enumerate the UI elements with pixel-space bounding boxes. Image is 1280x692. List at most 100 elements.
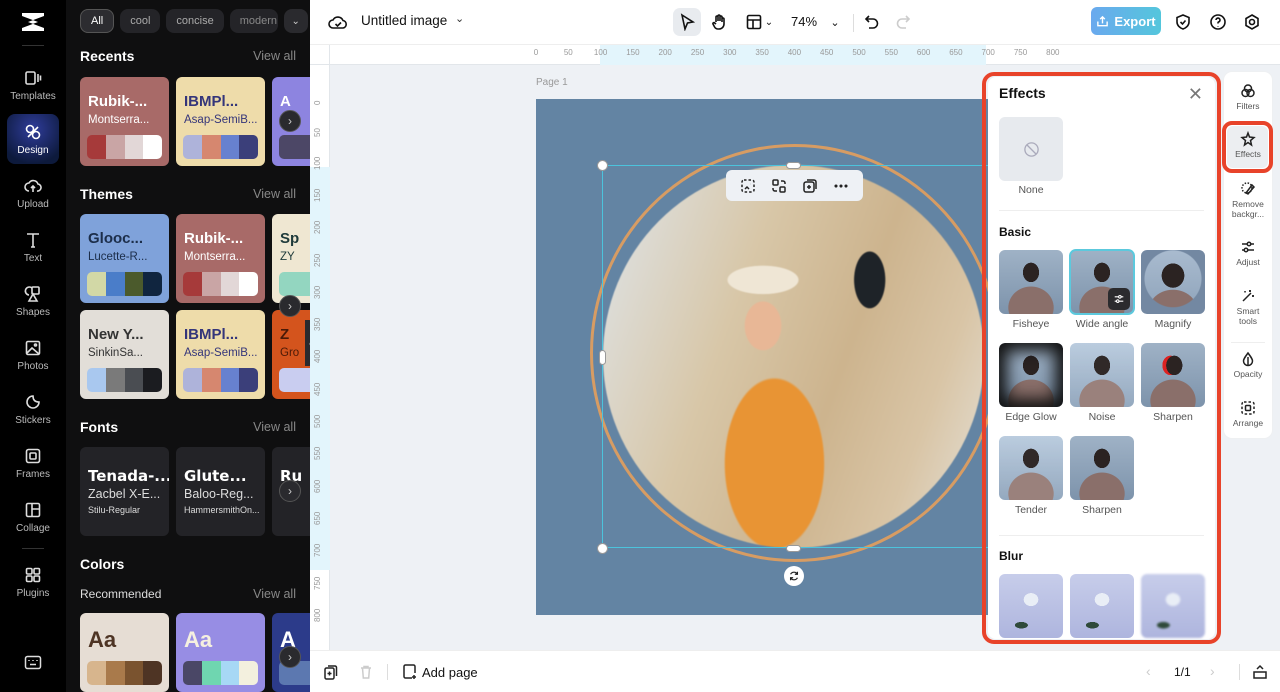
recents-next-button[interactable]: ›: [279, 110, 301, 132]
settings-button[interactable]: [1242, 8, 1262, 36]
capcut-logo-icon[interactable]: [19, 10, 47, 34]
swatch: [239, 661, 258, 685]
ruler-tick-label: 250: [313, 253, 322, 267]
themes-view-all[interactable]: View all: [253, 187, 296, 201]
rail-item-design[interactable]: Design: [7, 114, 59, 164]
color-palette-card[interactable]: Aa: [176, 613, 265, 692]
tool-opacity[interactable]: Opacity: [1224, 351, 1272, 380]
theme-card[interactable]: IBMPl... Asap-SemiB...: [176, 310, 265, 399]
effects-panel-highlight: [982, 72, 1221, 644]
help-button[interactable]: [1208, 8, 1228, 36]
swatch: [201, 368, 221, 392]
rotate-handle[interactable]: [784, 566, 804, 586]
keyboard-shortcuts-icon[interactable]: [24, 655, 42, 671]
delete-page-button[interactable]: [358, 664, 374, 680]
resize-handle-bottom-left[interactable]: [597, 543, 608, 554]
card-heading-font: Sp: [280, 230, 300, 247]
tool-smart-tools[interactable]: Smart tools: [1224, 288, 1272, 327]
selection-box[interactable]: [602, 165, 991, 548]
recent-style-card[interactable]: Rubik-... Montserra...: [80, 77, 169, 166]
shield-button[interactable]: [1173, 8, 1193, 36]
swatch: [201, 272, 221, 296]
swatch: [220, 661, 240, 685]
redo-icon: [896, 15, 911, 29]
tool-adjust[interactable]: Adjust: [1224, 239, 1272, 268]
theme-card[interactable]: Sp ZY: [272, 214, 310, 303]
rail-item-stickers[interactable]: Stickers: [7, 384, 59, 434]
magic-wand-icon: [1242, 290, 1254, 302]
resize-handle-top[interactable]: [786, 162, 801, 169]
swatch: [143, 272, 162, 296]
resize-handle-left[interactable]: [599, 350, 606, 365]
rail-item-label: Text: [23, 252, 43, 264]
resize-handle-top-left[interactable]: [597, 160, 608, 171]
resize-handle-bottom[interactable]: [786, 545, 801, 552]
duplicate-icon[interactable]: [802, 178, 818, 194]
ruler-tick-label: 150: [626, 48, 640, 57]
replace-icon[interactable]: [771, 178, 787, 194]
chip-modern[interactable]: modern: [229, 9, 278, 33]
rail-item-shapes[interactable]: Shapes: [7, 276, 59, 326]
recent-style-card[interactable]: IBMPl... Asap-SemiB...: [176, 77, 265, 166]
undo-button[interactable]: [862, 8, 882, 36]
ruler-tick-label: 700: [313, 543, 322, 558]
prev-page-button[interactable]: ‹: [1146, 663, 1151, 679]
theme-card[interactable]: Rubik-... Montserra...: [176, 214, 265, 303]
colors-view-all[interactable]: View all: [253, 587, 296, 601]
color-swatches: [87, 135, 162, 159]
crop-image-icon[interactable]: [740, 178, 756, 194]
theme-card[interactable]: New Y... SinkinSa...: [80, 310, 169, 399]
colors-next-button[interactable]: ›: [279, 646, 301, 668]
ruler-tick-label: 50: [563, 48, 573, 57]
theme-card[interactable]: Glooc... Lucette-R...: [80, 214, 169, 303]
document-title[interactable]: Untitled image: [361, 13, 447, 28]
zoom-level[interactable]: 74%: [791, 14, 817, 29]
tool-label: Smart tools: [1236, 306, 1260, 326]
color-swatches: [279, 135, 310, 159]
rail-item-plugins[interactable]: Plugins: [7, 557, 59, 607]
ruler-tick-label: 600: [916, 48, 931, 57]
color-palette-card[interactable]: Aa: [80, 613, 169, 692]
export-button[interactable]: Export: [1091, 7, 1161, 35]
redo-button[interactable]: [893, 8, 913, 36]
chevron-down-icon[interactable]: ⌄: [283, 9, 308, 33]
ruler-tick-label: 500: [313, 414, 322, 428]
rail-item-frames[interactable]: Frames: [7, 438, 59, 488]
cloud-saved-icon[interactable]: [328, 12, 348, 32]
more-options-icon[interactable]: [833, 178, 849, 194]
chip-concise[interactable]: concise: [166, 9, 224, 33]
rail-item-templates[interactable]: Templates: [7, 60, 59, 110]
ruler-tick-label: 500: [852, 48, 866, 57]
layout-menu-button[interactable]: ⌄: [742, 8, 776, 36]
rail-item-upload[interactable]: Upload: [7, 168, 59, 218]
tool-filters[interactable]: Filters: [1224, 83, 1272, 112]
swatch: [105, 661, 125, 685]
add-page-button[interactable]: Add page: [422, 665, 478, 680]
ruler-tick-label: 700: [981, 48, 995, 57]
card-heading-font: Glooc...: [88, 230, 144, 247]
rail-item-photos[interactable]: Photos: [7, 330, 59, 380]
next-page-button[interactable]: ›: [1210, 663, 1215, 679]
font-combo-card[interactable]: Glute... Baloo-Reg... HammersmithOn...: [176, 447, 265, 536]
hand-tool-button[interactable]: [707, 8, 731, 36]
rail-item-collage[interactable]: Collage: [7, 492, 59, 542]
tool-remove-background[interactable]: Remove backgr...: [1224, 181, 1272, 220]
zoom-dropdown-chevron-icon[interactable]: ⌄: [828, 8, 842, 36]
fonts-next-button[interactable]: ›: [279, 480, 301, 502]
font-combo-card[interactable]: Tenada-... Zacbel X-E... Stilu-Regular: [80, 447, 169, 536]
rail-item-text[interactable]: Text: [7, 222, 59, 272]
tool-effects[interactable]: Effects: [1224, 131, 1272, 160]
select-tool-button[interactable]: [673, 8, 701, 36]
tool-arrange[interactable]: Arrange: [1224, 400, 1272, 429]
fonts-view-all[interactable]: View all: [253, 420, 296, 434]
duplicate-page-button[interactable]: [323, 664, 339, 680]
recents-view-all[interactable]: View all: [253, 49, 296, 63]
add-page-icon-wrap[interactable]: [402, 664, 418, 680]
chevron-down-icon[interactable]: ⌄: [455, 12, 464, 25]
chip-all[interactable]: All: [80, 9, 115, 33]
page-manager-button[interactable]: [1252, 664, 1268, 680]
page-counter: 1/1: [1174, 665, 1191, 679]
chip-cool[interactable]: cool: [120, 9, 161, 33]
color-swatches: [183, 135, 258, 159]
themes-next-button[interactable]: ›: [279, 295, 301, 317]
